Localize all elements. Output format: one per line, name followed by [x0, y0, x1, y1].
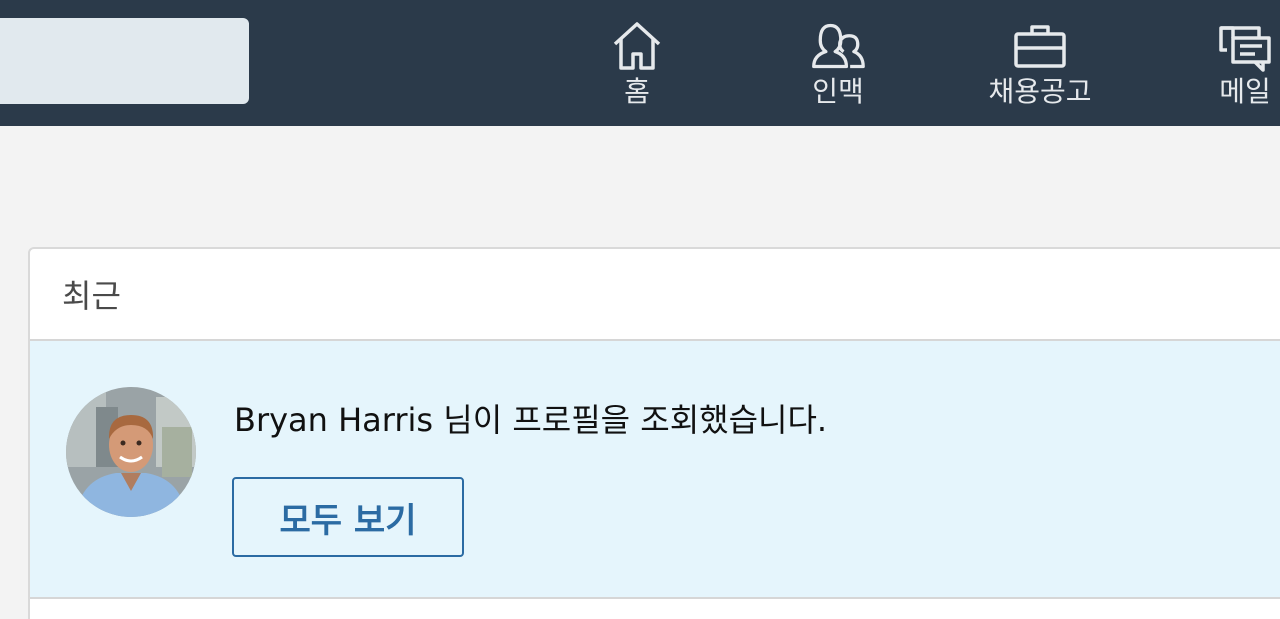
recent-card: 최근 Bryan Harris 님이 프로필을 조회했습니다. 모두 보기 [28, 247, 1280, 619]
nav-messages-label: 메일 [1219, 75, 1271, 108]
search-input[interactable] [0, 18, 249, 104]
nav-item-network[interactable]: 인맥 [788, 18, 888, 118]
nav-home-label: 홈 [624, 75, 650, 108]
top-navigation-bar: 홈 인맥 채용공고 메일 [0, 0, 1280, 126]
view-all-button[interactable]: 모두 보기 [232, 477, 464, 557]
home-icon [613, 22, 661, 70]
nav-item-jobs[interactable]: 채용공고 [970, 18, 1110, 118]
avatar[interactable] [66, 387, 196, 517]
chat-icon [1219, 26, 1271, 72]
briefcase-icon [1014, 25, 1066, 68]
recent-title: 최근 [62, 277, 121, 315]
notification-text: Bryan Harris 님이 프로필을 조회했습니다. [234, 401, 828, 439]
nav-jobs-label: 채용공고 [988, 75, 1092, 108]
nav-item-home[interactable]: 홈 [597, 18, 677, 118]
nav-item-messages[interactable]: 메일 [1200, 18, 1280, 118]
people-icon [812, 23, 865, 69]
avatar-photo [66, 387, 196, 517]
profile-view-notification[interactable]: Bryan Harris 님이 프로필을 조회했습니다. 모두 보기 [30, 341, 1280, 599]
nav-network-label: 인맥 [812, 75, 864, 108]
recent-card-header: 최근 [30, 249, 1280, 341]
